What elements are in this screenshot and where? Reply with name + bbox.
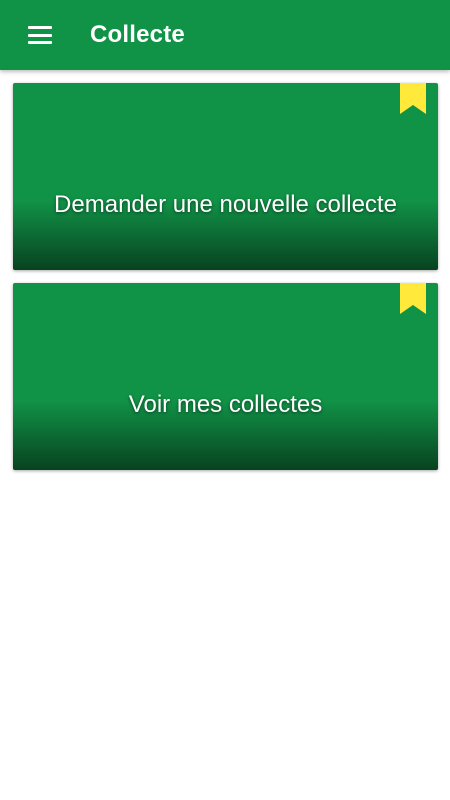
page-title: Collecte <box>90 21 185 48</box>
hamburger-menu-icon <box>27 26 52 44</box>
app-bar: Collecte <box>0 0 450 70</box>
new-collection-label: Demander une nouvelle collecte <box>54 191 397 218</box>
menu-button[interactable] <box>0 0 80 70</box>
bookmark-ribbon-icon <box>400 283 426 314</box>
bookmark-ribbon-icon <box>400 83 426 114</box>
my-collections-card[interactable]: Voir mes collectes <box>13 283 438 470</box>
my-collections-label: Voir mes collectes <box>128 391 323 418</box>
new-collection-card[interactable]: Demander une nouvelle collecte <box>13 83 438 270</box>
